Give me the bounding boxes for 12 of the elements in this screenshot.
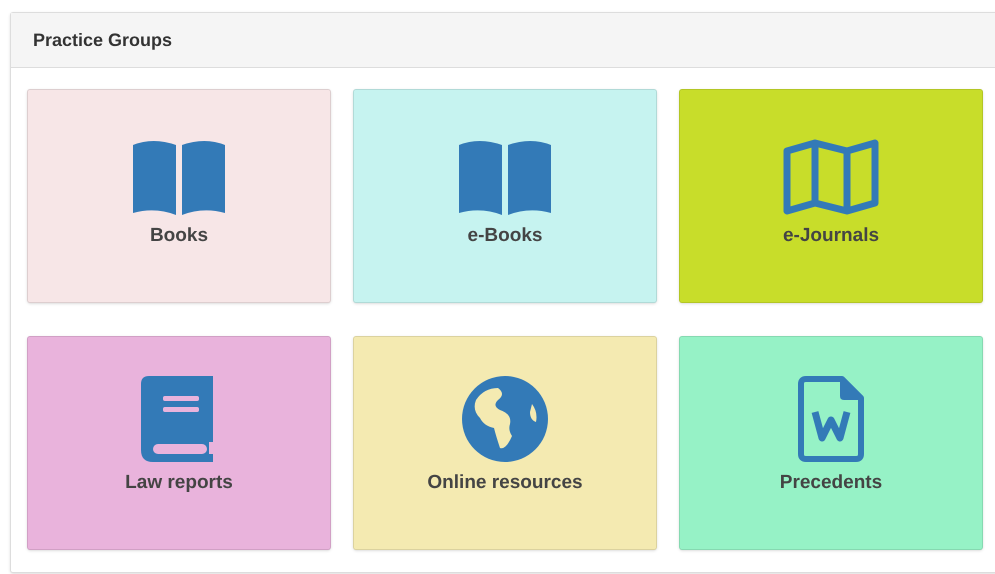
panel-title: Practice Groups xyxy=(33,28,172,52)
category-tile[interactable]: Books xyxy=(27,89,331,303)
category-tile[interactable]: e-Journals xyxy=(679,89,983,303)
globe-icon xyxy=(462,376,548,462)
open-book-icon xyxy=(457,139,553,215)
category-tile[interactable]: Precedents xyxy=(679,336,983,550)
open-book-icon xyxy=(131,139,227,215)
word-document-icon xyxy=(798,376,864,462)
category-tile[interactable]: Law reports xyxy=(27,336,331,550)
category-tile[interactable]: Online resources xyxy=(353,336,657,550)
map-icon xyxy=(783,139,879,215)
category-tile[interactable]: e-Books xyxy=(353,89,657,303)
